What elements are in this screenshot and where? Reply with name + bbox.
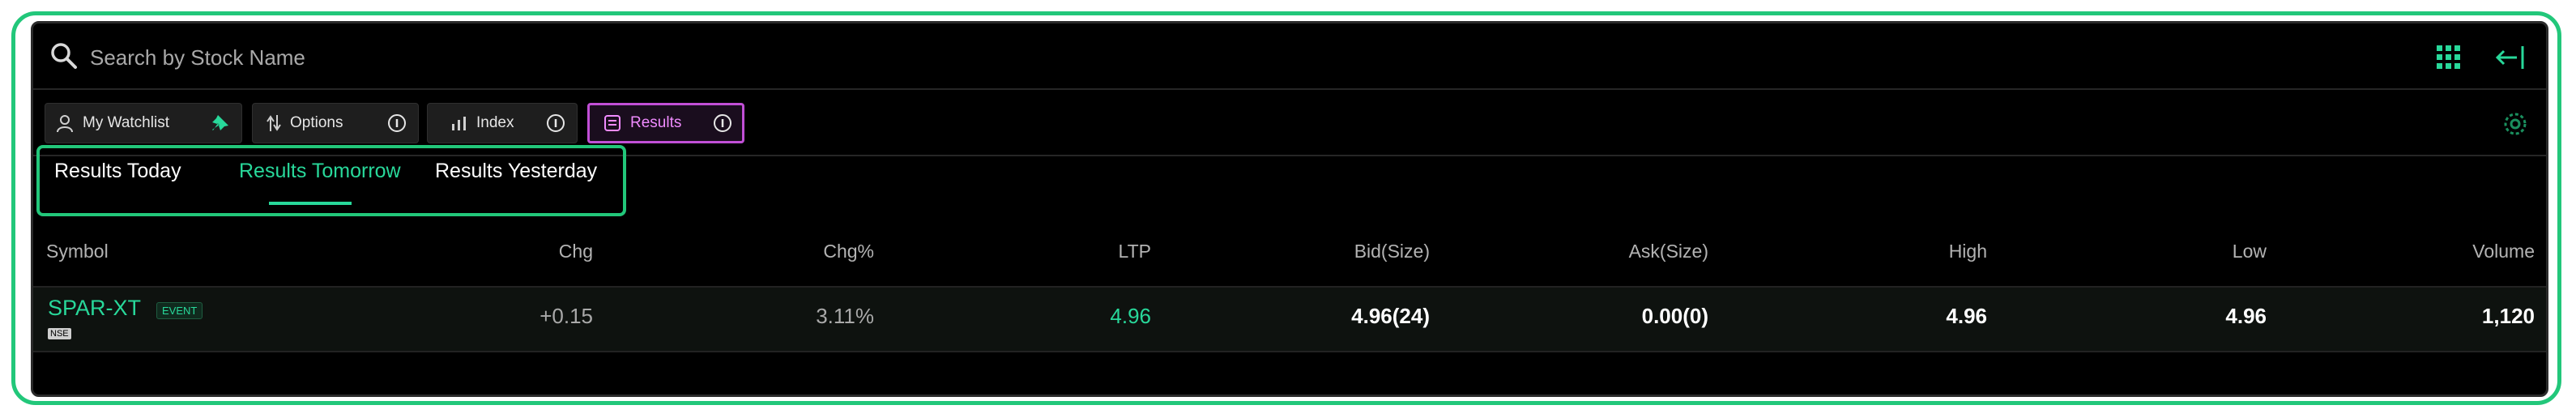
stock-panel: My Watchlist Options I [31, 21, 2548, 397]
chip-label: Results [630, 114, 682, 131]
search-input[interactable] [88, 36, 1064, 79]
header-low: Low [2232, 241, 2267, 262]
user-icon [57, 115, 73, 133]
event-badge: EVENT [156, 302, 203, 319]
header-bid: Bid(Size) [1354, 241, 1430, 262]
index-chart-icon [452, 117, 466, 130]
active-tab-indicator [269, 202, 352, 205]
tab-results-yesterday[interactable]: Results Yesterday [435, 160, 597, 183]
table-row[interactable]: SPAR-XT EVENT NSE +0.15 3.11% 4.96 4.96(… [33, 286, 2546, 352]
cell-bid: 4.96(24) [1351, 304, 1430, 328]
collapse-icon[interactable] [2494, 43, 2527, 72]
chip-index[interactable]: Index [427, 103, 578, 143]
chip-label: My Watchlist [83, 114, 169, 131]
cell-ask: 0.00(0) [1641, 304, 1708, 328]
header-ask: Ask(Size) [1628, 241, 1708, 262]
header-volume: Volume [2472, 241, 2535, 262]
cell-volume: 1,120 [2481, 304, 2535, 328]
info-icon[interactable] [387, 113, 407, 133]
header-symbol: Symbol [46, 241, 109, 262]
chip-label: Options [290, 114, 343, 131]
cell-chg-pct: 3.11% [816, 304, 874, 328]
settings-icon[interactable] [2499, 108, 2531, 140]
cell-high: 4.96 [1946, 304, 1987, 328]
results-icon [604, 115, 621, 131]
tab-results-today[interactable]: Results Today [54, 160, 181, 183]
search-bar [33, 23, 2546, 90]
info-icon[interactable] [546, 113, 565, 133]
grid-icon[interactable] [2436, 45, 2462, 70]
tab-results-tomorrow[interactable]: Results Tomorrow [239, 160, 401, 183]
chip-label: Index [476, 114, 514, 131]
exchange-badge: NSE [48, 328, 71, 339]
info-icon[interactable] [713, 113, 732, 133]
chip-results[interactable]: Results [587, 103, 744, 143]
header-ltp: LTP [1118, 241, 1151, 262]
symbol-name[interactable]: SPAR-XT [48, 296, 141, 321]
header-chg-pct: Chg% [823, 241, 874, 262]
results-tabs: Results Today Results Tomorrow Results Y… [36, 145, 626, 216]
header-high: High [1948, 241, 1987, 262]
chip-my-watchlist[interactable]: My Watchlist [45, 103, 242, 143]
cell-chg: +0.15 [540, 304, 593, 328]
pin-icon[interactable] [211, 113, 230, 133]
chip-options[interactable]: Options [252, 103, 419, 143]
cell-ltp: 4.96 [1110, 304, 1151, 328]
header-chg: Chg [558, 241, 593, 262]
options-icon [267, 115, 281, 131]
cell-low: 4.96 [2225, 304, 2267, 328]
search-icon [51, 43, 77, 69]
